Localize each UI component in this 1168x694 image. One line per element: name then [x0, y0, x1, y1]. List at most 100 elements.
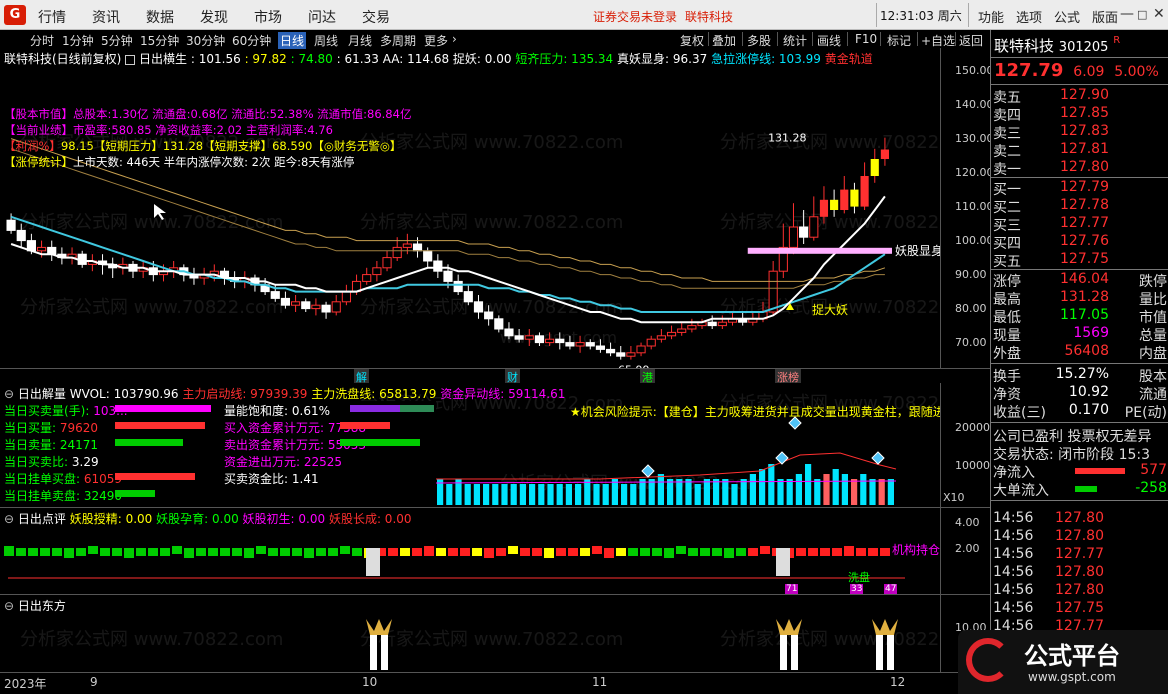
top-menu-bar: G 行情 资讯 数据 发现 市场 问达 交易 证券交易未登录 联特科技 12:3… — [0, 0, 1168, 30]
period-multi[interactable]: 多周期 — [380, 32, 416, 49]
tick-row: 14:56 127.80 — [993, 582, 1167, 600]
event-marker[interactable]: 港 — [640, 369, 655, 383]
volume-panel[interactable]: 分析家公式网 www.70822.com 分析家公式网 www.70822.co… — [0, 383, 940, 507]
menu-jiaoyi[interactable]: 交易 — [362, 7, 390, 27]
tool-fuquan[interactable]: 复权 — [680, 32, 704, 49]
bid-row: 买四 127.76 — [993, 233, 1167, 252]
period-fenshi[interactable]: 分时 — [30, 32, 54, 49]
candle-body — [311, 304, 321, 310]
chevron-right-icon[interactable]: › — [452, 32, 457, 46]
ask-price: 127.80 — [1060, 159, 1109, 175]
rating-block — [316, 548, 326, 556]
dongfang-chart[interactable] — [0, 595, 940, 672]
menu-banmian[interactable]: 版面 — [1092, 7, 1118, 26]
y-unit: X10 — [943, 491, 965, 504]
rating-block — [520, 548, 530, 556]
diamond-icon — [775, 451, 789, 465]
menu-hangqing[interactable]: 行情 — [38, 7, 66, 27]
bid-price: 127.76 — [1060, 233, 1109, 249]
rating-block — [136, 548, 146, 556]
candle-body — [47, 246, 57, 255]
x-label: 12 — [890, 675, 906, 689]
sun-pillar — [887, 633, 894, 670]
candle-body — [565, 342, 575, 347]
rating-panel[interactable]: ⊖ 日出点评 妖股授精: 0.00 妖股孕育: 0.00 妖股初生: 0.00 … — [0, 508, 940, 594]
stock-code: 301205 — [1058, 40, 1109, 55]
menu-faxian[interactable]: 发现 — [200, 7, 228, 27]
event-marker[interactable]: 解 — [354, 369, 369, 383]
candle-body — [494, 318, 504, 330]
menu-shichang[interactable]: 市场 — [254, 7, 282, 27]
tool-duogu[interactable]: 多股 — [747, 32, 771, 49]
diamond-icon — [641, 464, 655, 478]
tick-time: 14:56 — [993, 528, 1034, 544]
tool-diejia[interactable]: 叠加 — [712, 32, 736, 49]
close-icon[interactable]: ✕ — [1153, 6, 1165, 22]
info-key: 【当前业绩】 — [4, 123, 73, 137]
volume-bar — [795, 474, 802, 505]
tool-f10[interactable]: F10 — [855, 32, 877, 46]
tool-huaxian[interactable]: 画线 — [817, 32, 841, 49]
stat-row: 外盘 56408 内盘 — [993, 343, 1167, 362]
stat-row: 最高 131.28 量比 — [993, 289, 1167, 308]
event-marker[interactable]: 涨榜 — [775, 369, 801, 383]
stat-value: 10.92 — [1068, 384, 1109, 400]
collapse-icon[interactable]: ⊖ — [4, 512, 14, 526]
kline-chart[interactable]: 131.2865.99妖股显身捉大妖 — [0, 48, 940, 368]
tool-tongji[interactable]: 统计 — [783, 32, 807, 49]
high-annotation: 131.28 — [768, 132, 807, 145]
rating-block — [880, 548, 890, 556]
rating-block — [76, 548, 86, 556]
menu-gongneng[interactable]: 功能 — [978, 7, 1004, 26]
indicator-name[interactable]: 日出横生 — [139, 52, 187, 66]
period-more[interactable]: 更多 — [424, 32, 448, 49]
tool-zixuan[interactable]: +自选 — [921, 32, 955, 49]
volume-bar — [731, 484, 738, 505]
kline-panel[interactable]: 分析家公式网 www.70822.com 分析家公式网 www.70822.co… — [0, 48, 940, 368]
menu-wenda[interactable]: 问达 — [308, 7, 336, 27]
volume-bar — [749, 474, 756, 505]
crown-icon — [776, 619, 802, 635]
volume-bar — [823, 474, 830, 505]
collapse-icon[interactable]: ⊖ — [4, 599, 14, 613]
dongfang-panel[interactable]: 分析家公式网 www.70822.com 分析家公式网 www.70822.co… — [0, 595, 940, 672]
stat-row: 换手 15.27% 股本 — [993, 366, 1167, 385]
clock: 12:31:03 周六 — [880, 9, 962, 23]
volume-header: ⊖ 日出解量 WVOL: 103790.96 主力启动线: 97939.39 主… — [4, 385, 565, 402]
volume-bar — [556, 484, 563, 505]
checkbox-icon[interactable] — [125, 54, 136, 65]
period-30m[interactable]: 30分钟 — [186, 32, 225, 49]
minimize-icon[interactable]: — — [1120, 6, 1134, 22]
tool-fanhui[interactable]: 返回 — [959, 32, 983, 49]
login-alert[interactable]: 证券交易未登录 — [593, 8, 677, 25]
menu-zixun[interactable]: 资讯 — [92, 7, 120, 27]
period-1m[interactable]: 1分钟 — [62, 32, 94, 49]
indicator-name[interactable]: 日出解量 — [18, 387, 66, 401]
period-5m[interactable]: 5分钟 — [101, 32, 133, 49]
volume-bar — [805, 464, 812, 505]
collapse-icon[interactable]: ⊖ — [4, 387, 14, 401]
period-day[interactable]: 日线 — [278, 32, 307, 49]
period-60m[interactable]: 60分钟 — [232, 32, 271, 49]
tick-row: 14:56 127.80 — [993, 564, 1167, 582]
menu-shuju[interactable]: 数据 — [146, 7, 174, 27]
volume-bar — [703, 479, 710, 505]
rating-block — [496, 548, 506, 556]
indicator-name[interactable]: 日出点评 — [18, 512, 66, 526]
menu-xuanxiang[interactable]: 选项 — [1016, 7, 1042, 26]
rating-block — [292, 548, 302, 556]
tick-row: 14:56 127.75 — [993, 600, 1167, 618]
ask-price: 127.90 — [1060, 87, 1109, 103]
tool-biaoji[interactable]: 标记 — [887, 32, 911, 49]
period-month[interactable]: 月线 — [348, 32, 372, 49]
volume-bar — [740, 479, 747, 505]
maximize-icon[interactable]: □ — [1137, 8, 1147, 21]
rating-block — [4, 546, 14, 556]
menu-gongshi[interactable]: 公式 — [1054, 7, 1080, 26]
indicator-name[interactable]: 日出东方 — [18, 599, 66, 613]
ask-row: 卖五 127.90 — [993, 87, 1167, 106]
rating-block — [568, 548, 578, 556]
period-15m[interactable]: 15分钟 — [140, 32, 179, 49]
period-week[interactable]: 周线 — [314, 32, 338, 49]
event-marker[interactable]: 财 — [505, 369, 520, 383]
